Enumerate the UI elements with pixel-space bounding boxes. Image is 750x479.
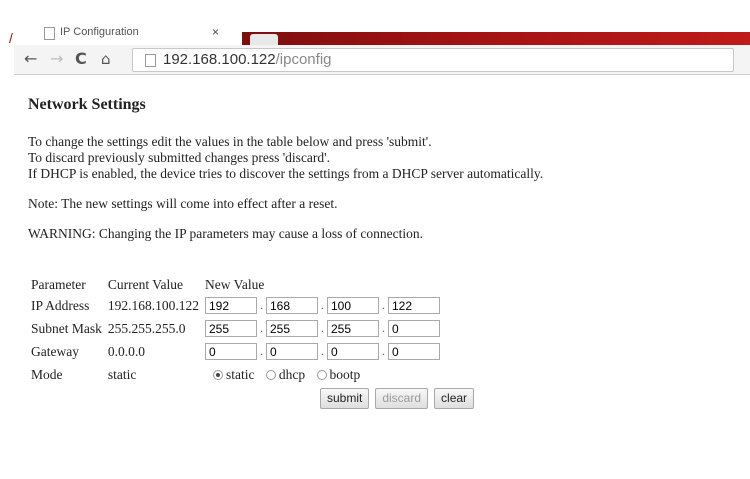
gateway-octet-4-input[interactable] bbox=[388, 343, 440, 361]
header-parameter: Parameter bbox=[31, 277, 86, 292]
tab-strip: / IP Configuration × bbox=[9, 12, 750, 46]
octet-separator: . bbox=[382, 297, 385, 312]
radio-static[interactable] bbox=[213, 369, 223, 380]
table-header-row: Parameter Current Value New Value bbox=[28, 276, 443, 294]
mask-octet-2-input[interactable] bbox=[266, 320, 318, 338]
url-path: /ipconfig bbox=[275, 51, 332, 68]
octet-separator: . bbox=[382, 343, 385, 358]
home-icon[interactable]: ⌂ bbox=[101, 50, 111, 68]
param-label: Mode bbox=[31, 366, 63, 382]
url-host: 192.168.100.122 bbox=[163, 51, 276, 68]
intro-text: To change the settings edit the values i… bbox=[28, 134, 728, 182]
page-content: Network Settings To change the settings … bbox=[28, 96, 728, 409]
octet-separator: . bbox=[321, 297, 324, 312]
current-value: static bbox=[107, 366, 137, 382]
header-current-value: Current Value bbox=[107, 277, 183, 292]
page-icon bbox=[145, 54, 156, 67]
mask-octet-1-input[interactable] bbox=[205, 320, 257, 338]
octet-separator: . bbox=[260, 343, 263, 358]
radio-bootp[interactable] bbox=[316, 369, 327, 380]
current-value: 0.0.0.0 bbox=[107, 343, 145, 359]
ip-octet-3-input[interactable] bbox=[327, 297, 379, 315]
back-arrow-icon[interactable]: ← bbox=[24, 50, 37, 68]
radio-dhcp[interactable] bbox=[265, 369, 276, 380]
radio-label-static: static bbox=[226, 366, 255, 382]
gateway-octet-2-input[interactable] bbox=[266, 343, 318, 361]
gateway-octet-1-input[interactable] bbox=[205, 343, 257, 361]
tab-strip-edge-icon: / bbox=[9, 30, 13, 46]
mode-radio-group: static dhcp bootp bbox=[202, 363, 443, 386]
forward-arrow-icon[interactable]: → bbox=[50, 50, 63, 68]
page-title: Network Settings bbox=[28, 96, 146, 113]
page-favicon-icon bbox=[44, 27, 55, 40]
ip-octet-4-input[interactable] bbox=[388, 297, 440, 315]
octet-separator: . bbox=[321, 343, 324, 358]
url-text: 192.168.100.122/ipconfig bbox=[163, 51, 332, 68]
browser-chrome: / IP Configuration × ← → C ⌂ 192.168.100… bbox=[9, 12, 750, 75]
new-value-cell: ... bbox=[202, 317, 443, 340]
tab-title: IP Configuration bbox=[60, 26, 139, 38]
gateway-octet-3-input[interactable] bbox=[327, 343, 379, 361]
tab-strip-background bbox=[242, 32, 750, 45]
new-value-cell: ... bbox=[202, 294, 443, 317]
octet-separator: . bbox=[321, 320, 324, 335]
note-text: Note: The new settings will come into ef… bbox=[28, 196, 338, 211]
tab-close-icon[interactable]: × bbox=[212, 25, 219, 39]
browser-toolbar: ← → C ⌂ 192.168.100.122/ipconfig bbox=[14, 45, 750, 75]
discard-button[interactable]: discard bbox=[375, 388, 429, 409]
reload-icon[interactable]: C bbox=[75, 50, 87, 68]
button-row: submit discard clear bbox=[320, 388, 476, 409]
new-value-cell: ... bbox=[202, 340, 443, 363]
submit-button[interactable]: submit bbox=[320, 388, 370, 409]
new-tab-button[interactable] bbox=[250, 34, 278, 45]
intro-line: To discard previously submitted changes … bbox=[28, 150, 330, 165]
radio-label-bootp: bootp bbox=[329, 366, 361, 382]
intro-line: If DHCP is enabled, the device tries to … bbox=[28, 166, 544, 181]
octet-separator: . bbox=[260, 297, 263, 312]
param-label: IP Address bbox=[31, 297, 90, 313]
table-row: Gateway 0.0.0.0 ... bbox=[28, 340, 443, 363]
ip-octet-1-input[interactable] bbox=[205, 297, 257, 315]
current-value: 192.168.100.122 bbox=[107, 297, 199, 313]
radio-label-dhcp: dhcp bbox=[278, 366, 306, 382]
octet-separator: . bbox=[382, 320, 385, 335]
warning-text: WARNING: Changing the IP parameters may … bbox=[28, 226, 424, 241]
param-label: Subnet Mask bbox=[31, 320, 102, 336]
param-label: Gateway bbox=[31, 343, 79, 359]
table-row: Subnet Mask 255.255.255.0 ... bbox=[28, 317, 443, 340]
intro-line: To change the settings edit the values i… bbox=[28, 134, 432, 149]
address-bar[interactable]: 192.168.100.122/ipconfig bbox=[132, 48, 734, 72]
clear-button[interactable]: clear bbox=[434, 388, 475, 409]
header-new-value: New Value bbox=[205, 277, 265, 292]
table-row: Mode static static dhcp bootp bbox=[28, 363, 443, 386]
ip-octet-2-input[interactable] bbox=[266, 297, 318, 315]
mask-octet-4-input[interactable] bbox=[388, 320, 440, 338]
table-row: IP Address 192.168.100.122 ... bbox=[28, 294, 443, 317]
settings-table: Parameter Current Value New Value IP Add… bbox=[28, 276, 443, 386]
octet-separator: . bbox=[260, 320, 263, 335]
mask-octet-3-input[interactable] bbox=[327, 320, 379, 338]
current-value: 255.255.255.0 bbox=[107, 320, 186, 336]
